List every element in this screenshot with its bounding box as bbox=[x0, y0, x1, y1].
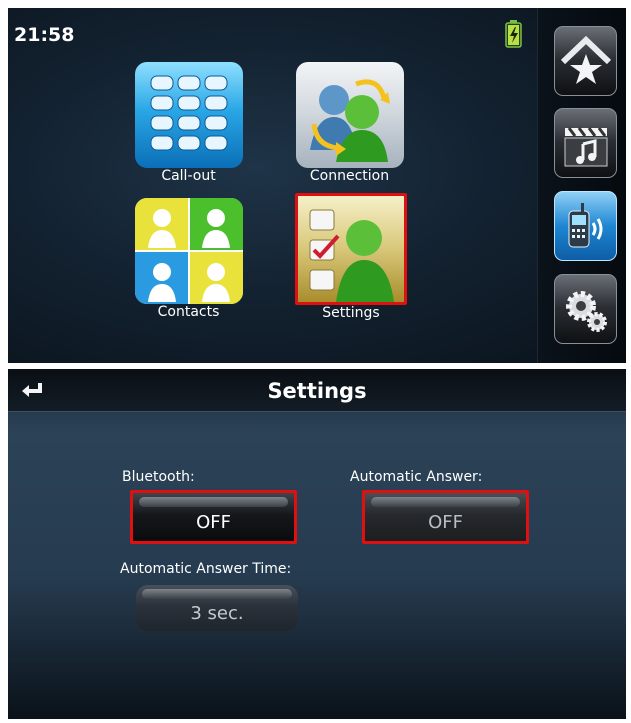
toggle-highlight bbox=[139, 497, 288, 507]
dock-media-button[interactable] bbox=[554, 108, 617, 178]
clock: 21:58 bbox=[14, 24, 75, 46]
auto-answer-time-label: Automatic Answer Time: bbox=[120, 561, 292, 577]
settings-screen: Settings Bluetooth: OFF Automatic Answer… bbox=[8, 369, 626, 719]
keypad-icon bbox=[134, 62, 243, 168]
app-call-out[interactable]: Call-out bbox=[134, 62, 243, 184]
app-connection[interactable]: Connection bbox=[295, 62, 404, 184]
app-label: Call-out bbox=[161, 168, 216, 184]
dock-home-button[interactable] bbox=[554, 26, 617, 96]
bluetooth-label: Bluetooth: bbox=[122, 469, 195, 485]
app-label: Connection bbox=[309, 168, 390, 184]
dock-phone-button[interactable] bbox=[554, 191, 617, 261]
settings-checklist-icon bbox=[295, 193, 407, 305]
phone-bluetooth-icon bbox=[568, 203, 602, 248]
app-label: Settings bbox=[322, 305, 380, 321]
app-contacts[interactable]: Contacts bbox=[134, 198, 243, 320]
auto-answer-value: OFF bbox=[428, 511, 463, 533]
home-star-icon bbox=[560, 35, 611, 84]
auto-answer-time-button[interactable]: 3 sec. bbox=[136, 585, 298, 631]
contacts-grid-icon bbox=[134, 198, 243, 304]
toggle-highlight bbox=[142, 589, 292, 599]
bluetooth-value: OFF bbox=[196, 511, 231, 533]
auto-answer-toggle[interactable]: OFF bbox=[362, 490, 529, 544]
bluetooth-toggle[interactable]: OFF bbox=[130, 490, 297, 544]
title-bar: Settings bbox=[8, 369, 626, 412]
auto-answer-label: Automatic Answer: bbox=[350, 469, 483, 485]
toggle-highlight bbox=[371, 497, 520, 507]
home-screen: 21:58 Call-out Connection Contacts Setti… bbox=[8, 8, 626, 363]
media-clapper-music-icon bbox=[564, 127, 607, 167]
side-dock bbox=[537, 8, 626, 363]
gears-icon bbox=[565, 291, 607, 332]
auto-answer-time-value: 3 sec. bbox=[190, 602, 244, 624]
connection-people-icon bbox=[295, 62, 404, 168]
dock-settings-button[interactable] bbox=[554, 274, 617, 344]
battery-charging-icon bbox=[505, 20, 522, 48]
app-settings[interactable]: Settings bbox=[295, 193, 407, 321]
page-title: Settings bbox=[267, 379, 367, 403]
app-label: Contacts bbox=[157, 304, 220, 320]
